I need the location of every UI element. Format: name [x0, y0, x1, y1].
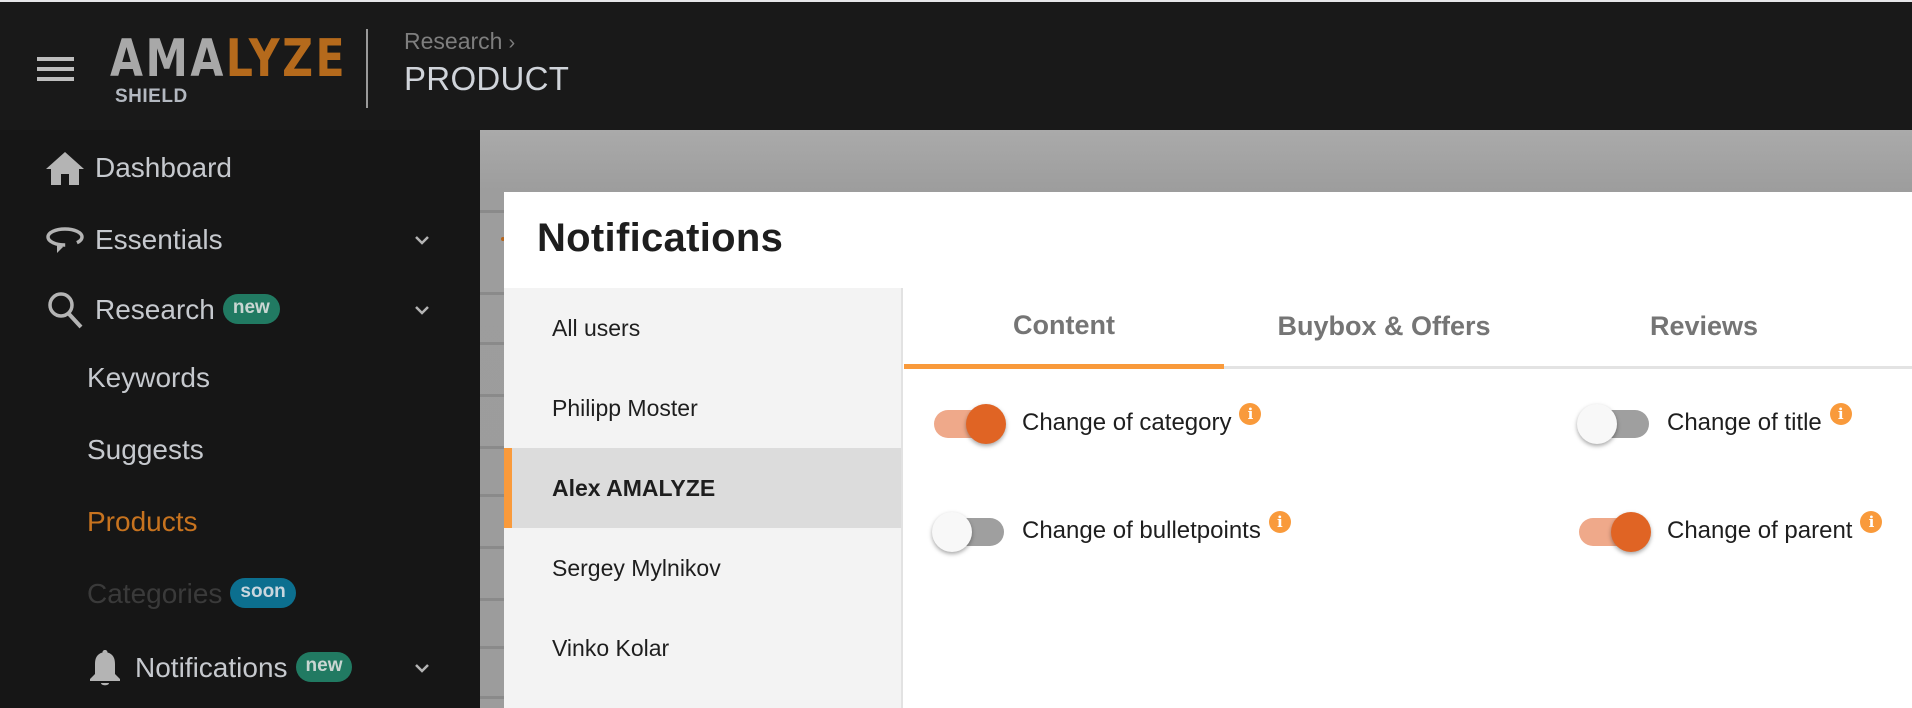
background-row-divider: [480, 292, 504, 295]
user-name: All users: [552, 314, 641, 341]
sidebar: Dashboard Essentials Research new Keyword…: [0, 130, 480, 708]
setting-label: Change of parent i: [1667, 511, 1883, 545]
setting-text: Change of bulletpoints: [1022, 517, 1261, 544]
setting-text: Change of title: [1667, 409, 1822, 436]
user-list: All users Philipp Moster Alex AMALYZE Se…: [504, 288, 903, 708]
info-icon[interactable]: i: [1239, 403, 1262, 425]
sidebar-item-label: Notifications new: [135, 651, 353, 685]
background-row-divider: [480, 598, 504, 601]
setting-label: Change of category i: [1022, 403, 1262, 437]
chevron-down-icon[interactable]: [412, 300, 432, 320]
chevron-down-icon[interactable]: [412, 658, 432, 678]
breadcrumb-chevron-icon: ›: [508, 32, 516, 54]
sidebar-item-categories: Categories soon: [0, 564, 480, 624]
tab-content[interactable]: Content: [904, 288, 1224, 369]
sidebar-item-suggests[interactable]: Suggests: [0, 420, 480, 480]
search-icon: [44, 289, 86, 331]
info-icon[interactable]: i: [1860, 511, 1883, 533]
sidebar-item-label: Suggests: [87, 434, 204, 465]
app-header: AMALYZE SHIELD Research › PRODUCT: [0, 2, 1912, 130]
toggle-change-of-title[interactable]: [1577, 404, 1649, 444]
background-row-divider: [480, 210, 504, 213]
logo-primary: AMA: [110, 29, 226, 89]
setting-label: Change of bulletpoints i: [1022, 511, 1291, 545]
user-item-all-users[interactable]: All users: [504, 288, 901, 368]
user-name: Sergey Mylnikov: [552, 554, 721, 581]
sidebar-item-label: Research new: [95, 294, 280, 327]
sidebar-item-keywords[interactable]: Keywords: [0, 348, 480, 408]
sidebar-item-label: Categories soon: [87, 578, 296, 611]
soon-badge: soon: [230, 578, 296, 609]
sidebar-item-text: Notifications: [135, 651, 288, 683]
setting-text: Change of parent: [1667, 517, 1853, 544]
toggle-thumb: [966, 404, 1006, 444]
chevron-down-icon[interactable]: [412, 230, 432, 250]
setting-text: Change of category: [1022, 409, 1232, 436]
tab-label: Reviews: [1649, 310, 1759, 341]
header-divider: [366, 29, 368, 108]
modal-title: Notifications: [537, 216, 784, 260]
sidebar-item-dashboard[interactable]: Dashboard: [0, 138, 480, 198]
sidebar-item-research[interactable]: Research new: [0, 280, 480, 340]
user-item-vinko-kolar[interactable]: Vinko Kolar: [504, 608, 901, 688]
tab-label: Content: [1013, 309, 1115, 340]
user-name: Alex AMALYZE: [552, 474, 716, 501]
menu-icon[interactable]: [37, 57, 74, 83]
new-badge: new: [222, 294, 280, 325]
toggle-change-of-parent[interactable]: [1579, 512, 1651, 552]
breadcrumb: Research ›: [404, 28, 515, 55]
toggle-thumb: [1611, 512, 1651, 552]
sidebar-item-products[interactable]: Products: [0, 492, 480, 552]
background-row-divider: [480, 546, 504, 549]
sidebar-item-notifications[interactable]: Notifications new: [0, 638, 480, 698]
tab-reviews[interactable]: Reviews: [1544, 288, 1864, 366]
toggle-change-of-category[interactable]: [934, 404, 1006, 444]
background-row-divider: [480, 342, 504, 345]
background-row-divider: [480, 646, 504, 649]
sidebar-item-text: Categories: [87, 577, 223, 609]
new-badge: new: [295, 652, 353, 683]
toggle-change-of-bulletpoints[interactable]: [932, 512, 1004, 552]
user-name: Vinko Kolar: [552, 634, 670, 661]
bell-icon: [84, 647, 126, 689]
setting-label: Change of title i: [1667, 403, 1852, 437]
sidebar-item-label: Products: [87, 506, 198, 537]
notifications-modal: Notifications All users Philipp Moster A…: [504, 192, 1912, 708]
sidebar-item-label: Essentials: [95, 224, 223, 255]
sidebar-item-text: Research: [95, 293, 215, 325]
tab-buybox-offers[interactable]: Buybox & Offers: [1224, 288, 1544, 366]
logo[interactable]: AMALYZE SHIELD: [110, 33, 399, 107]
sidebar-item-essentials[interactable]: Essentials: [0, 210, 480, 270]
user-name: Philipp Moster: [552, 394, 698, 421]
background-row-divider: [480, 696, 504, 699]
toggle-thumb: [932, 512, 972, 552]
user-item-philipp-moster[interactable]: Philipp Moster: [504, 368, 901, 448]
user-item-alex-amalyze[interactable]: Alex AMALYZE: [504, 448, 901, 528]
sidebar-item-label: Dashboard: [95, 152, 232, 183]
logo-subtitle: SHIELD: [115, 86, 188, 107]
page-title: PRODUCT: [404, 60, 570, 97]
breadcrumb-research[interactable]: Research: [404, 28, 502, 54]
user-item-sergey-mylnikov[interactable]: Sergey Mylnikov: [504, 528, 901, 608]
info-icon[interactable]: i: [1829, 403, 1852, 425]
home-icon: [44, 147, 86, 189]
background-row-divider: [480, 394, 504, 397]
background-row-divider: [480, 446, 504, 449]
toggle-thumb: [1577, 404, 1617, 444]
sidebar-item-label: Keywords: [87, 362, 210, 393]
logo-accent: LYZE: [225, 29, 348, 89]
info-icon[interactable]: i: [1268, 511, 1291, 533]
tab-label: Buybox & Offers: [1277, 310, 1491, 341]
loop-icon: [44, 219, 86, 261]
tab-bar: Content Buybox & Offers Reviews: [904, 288, 1912, 369]
background-row-divider: [480, 494, 504, 497]
